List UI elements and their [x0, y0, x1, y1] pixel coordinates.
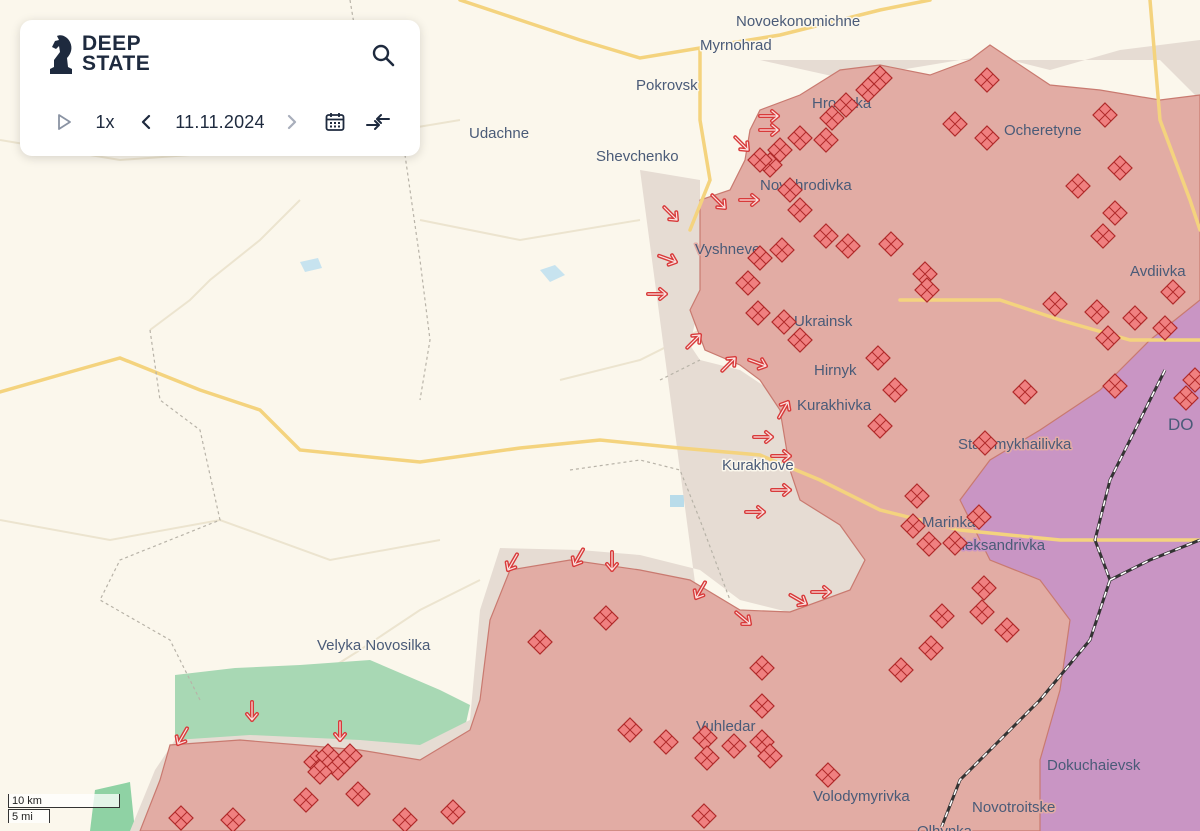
- label-dokuchaievsk: Dokuchaievsk: [1047, 757, 1141, 774]
- scale-imperial: 5 mi: [8, 809, 50, 823]
- previous-date-button[interactable]: [136, 108, 156, 136]
- next-date-button[interactable]: [282, 108, 302, 136]
- compare-button[interactable]: [364, 108, 392, 136]
- scale-bar: 10 km 5 mi: [8, 794, 124, 826]
- pond-2: [540, 265, 565, 282]
- label-olhynka: Olhynka: [917, 823, 973, 831]
- logo-line-1: DEEP: [82, 32, 142, 55]
- label-myrnohrad: Myrnohrad: [700, 37, 772, 54]
- label-shevchenko: Shevchenko: [596, 148, 679, 165]
- chevron-right-icon: [287, 114, 297, 130]
- label-ocheretyne: Ocheretyne: [1004, 122, 1082, 139]
- timeline-controls: 1x 11.11.2024: [20, 102, 420, 142]
- label-ukrainsk: Ukrainsk: [794, 313, 853, 330]
- play-icon: [58, 114, 71, 130]
- label-novotroitske: Novotroitske: [972, 799, 1055, 816]
- label-avdiivka: Avdiivka: [1130, 263, 1186, 280]
- label-novohrodivka: Novohrodivka: [760, 177, 852, 194]
- speed-button[interactable]: 1x: [92, 108, 118, 136]
- label-hirnyk: Hirnyk: [814, 362, 857, 379]
- label-donetsk: DO: [1168, 415, 1194, 434]
- calendar-button[interactable]: [323, 108, 347, 136]
- control-panel: DEEP STATE 1x 11.11.2024: [20, 20, 420, 156]
- pond-3: [300, 258, 322, 272]
- logo-wordmark: DEEP STATE: [82, 32, 151, 75]
- logo-line-2: STATE: [82, 52, 151, 75]
- label-kurakhivka: Kurakhivka: [797, 397, 872, 414]
- calendar-icon: [325, 113, 345, 131]
- search-button[interactable]: [370, 42, 396, 68]
- label-velyka-novosilka: Velyka Novosilka: [317, 637, 431, 654]
- scale-metric: 10 km: [8, 794, 120, 808]
- play-button[interactable]: [52, 108, 76, 136]
- compare-arrows-icon: [366, 114, 390, 130]
- label-udachne: Udachne: [469, 125, 529, 142]
- label-pokrovsk: Pokrovsk: [636, 77, 698, 94]
- deepstate-logo[interactable]: DEEP STATE: [48, 32, 150, 76]
- pond: [670, 495, 684, 507]
- search-icon: [372, 44, 395, 67]
- label-novoekonomichne: Novoekonomichne: [736, 13, 860, 30]
- current-date[interactable]: 11.11.2024: [174, 108, 266, 136]
- label-volodymyrivka: Volodymyrivka: [813, 788, 910, 805]
- knight-icon: [50, 35, 72, 74]
- chevron-left-icon: [141, 114, 151, 130]
